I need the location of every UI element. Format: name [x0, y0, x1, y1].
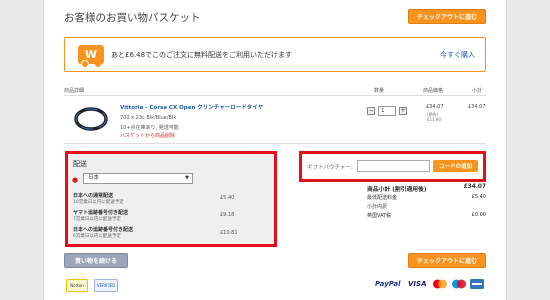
summary-row: 英国VAT税 £0.00	[367, 212, 486, 219]
gift-voucher-label: ギフトバウチャー:	[307, 165, 353, 171]
shipping-option-price: £5.40	[220, 195, 235, 201]
shipping-option-name[interactable]: 日本への追跡番号付き配送	[73, 226, 133, 233]
remove-product-link[interactable]: バスケットから商品削除	[120, 132, 175, 139]
summary-row: 最低配送料金 £5.40	[367, 194, 486, 201]
shipping-option-price: £9.18	[220, 212, 235, 218]
shop-now-link[interactable]: 今すぐ購入	[440, 50, 475, 60]
divider	[64, 143, 486, 144]
shipping-option-price: £10.81	[220, 230, 238, 236]
shipping-option-name[interactable]: 日本への通常配送	[73, 192, 113, 199]
maestro-icon	[452, 279, 466, 289]
product-stock: 10+点在庫あり, 発送可能	[120, 125, 179, 131]
gift-voucher-input[interactable]	[357, 160, 430, 172]
line-subtotal: £34.07	[468, 104, 486, 110]
shipping-panel: 配送 ● 日本 ▼ 日本への通常配送 10営業日以内に配送予定 £5.40 ヤマ…	[65, 151, 277, 247]
shipping-option-name[interactable]: ヤマト追跡番号付き配送	[73, 209, 128, 216]
divider	[64, 95, 486, 96]
qty-increase-button[interactable]: +	[399, 107, 407, 115]
continue-shopping-button[interactable]: 買い物を続ける	[64, 253, 128, 268]
shipping-option-eta: 7営業日以内に配送予定	[73, 217, 121, 222]
chevron-down-icon: ▼	[185, 175, 189, 181]
delivery-truck-icon: W	[78, 45, 104, 68]
tyre-thumbnail[interactable]	[74, 107, 108, 131]
gift-voucher-panel: ギフトバウチャー: コードの追加	[299, 151, 486, 182]
paypal-logo: PayPal	[375, 280, 401, 288]
checkout-button-bottom[interactable]: チェックアウトに進む	[408, 253, 486, 268]
country-select[interactable]: 日本 ▼	[83, 173, 193, 184]
price-savings: (節約) £11.90	[427, 112, 441, 122]
shipping-option-eta: 10営業日以内に配送予定	[73, 200, 124, 205]
header-qty: 数量	[374, 88, 385, 94]
summary-value: £0.00	[471, 212, 486, 218]
summary-label: 商品小計 (割引適用後)	[367, 187, 427, 193]
required-marker-icon: ●	[72, 176, 79, 184]
shipping-option-eta: 6営業日以内に配送予定	[73, 234, 121, 239]
free-delivery-banner: W あと£6.48でこのご注文に無料配送をご利用いただけます 今すぐ購入	[64, 37, 486, 72]
checkout-button-top[interactable]: チェックアウトに進む	[408, 9, 486, 24]
basket-page: お客様のお買い物バスケット チェックアウトに進む W あと£6.48でこのご注文…	[43, 0, 507, 300]
summary-value: £34.07	[463, 184, 486, 190]
savings-amount: £11.90	[427, 117, 441, 122]
shipping-title: 配送	[73, 160, 87, 168]
mastercard-icon	[433, 279, 447, 289]
visa-logo: VISA	[408, 280, 427, 288]
summary-label: 英国VAT税	[367, 213, 392, 219]
header-price: 商品価格	[423, 88, 444, 94]
country-value: 日本	[88, 175, 100, 181]
qty-decrease-button[interactable]: −	[367, 107, 375, 115]
unit-price: £34.07	[426, 104, 444, 110]
header-subtotal: 小計	[472, 88, 483, 94]
summary-row: 商品小計 (割引適用後) £34.07	[367, 184, 486, 193]
header-details: 商品詳細	[64, 88, 85, 94]
summary-row: 小計内訳	[367, 203, 486, 210]
product-name-link[interactable]: Vittoria - Corsa CX Open クリンチャーロードタイヤ	[120, 103, 263, 111]
free-delivery-text: あと£6.48でこのご注文に無料配送をご利用いただけます	[111, 51, 293, 59]
product-variant: 700 x 23c Blk/Blue/Blk	[120, 115, 177, 121]
summary-value: £5.40	[471, 194, 486, 200]
summary-label: 小計内訳	[367, 204, 388, 210]
amex-icon	[470, 279, 484, 289]
norton-badge: Norton	[66, 279, 88, 292]
summary-label: 最低配送料金	[367, 195, 398, 201]
add-code-button[interactable]: コードの追加	[433, 160, 478, 172]
page-title: お客様のお買い物バスケット	[64, 12, 201, 24]
verified-badge: VERIFIED	[94, 279, 118, 292]
quantity-input[interactable]: 1	[378, 106, 396, 116]
